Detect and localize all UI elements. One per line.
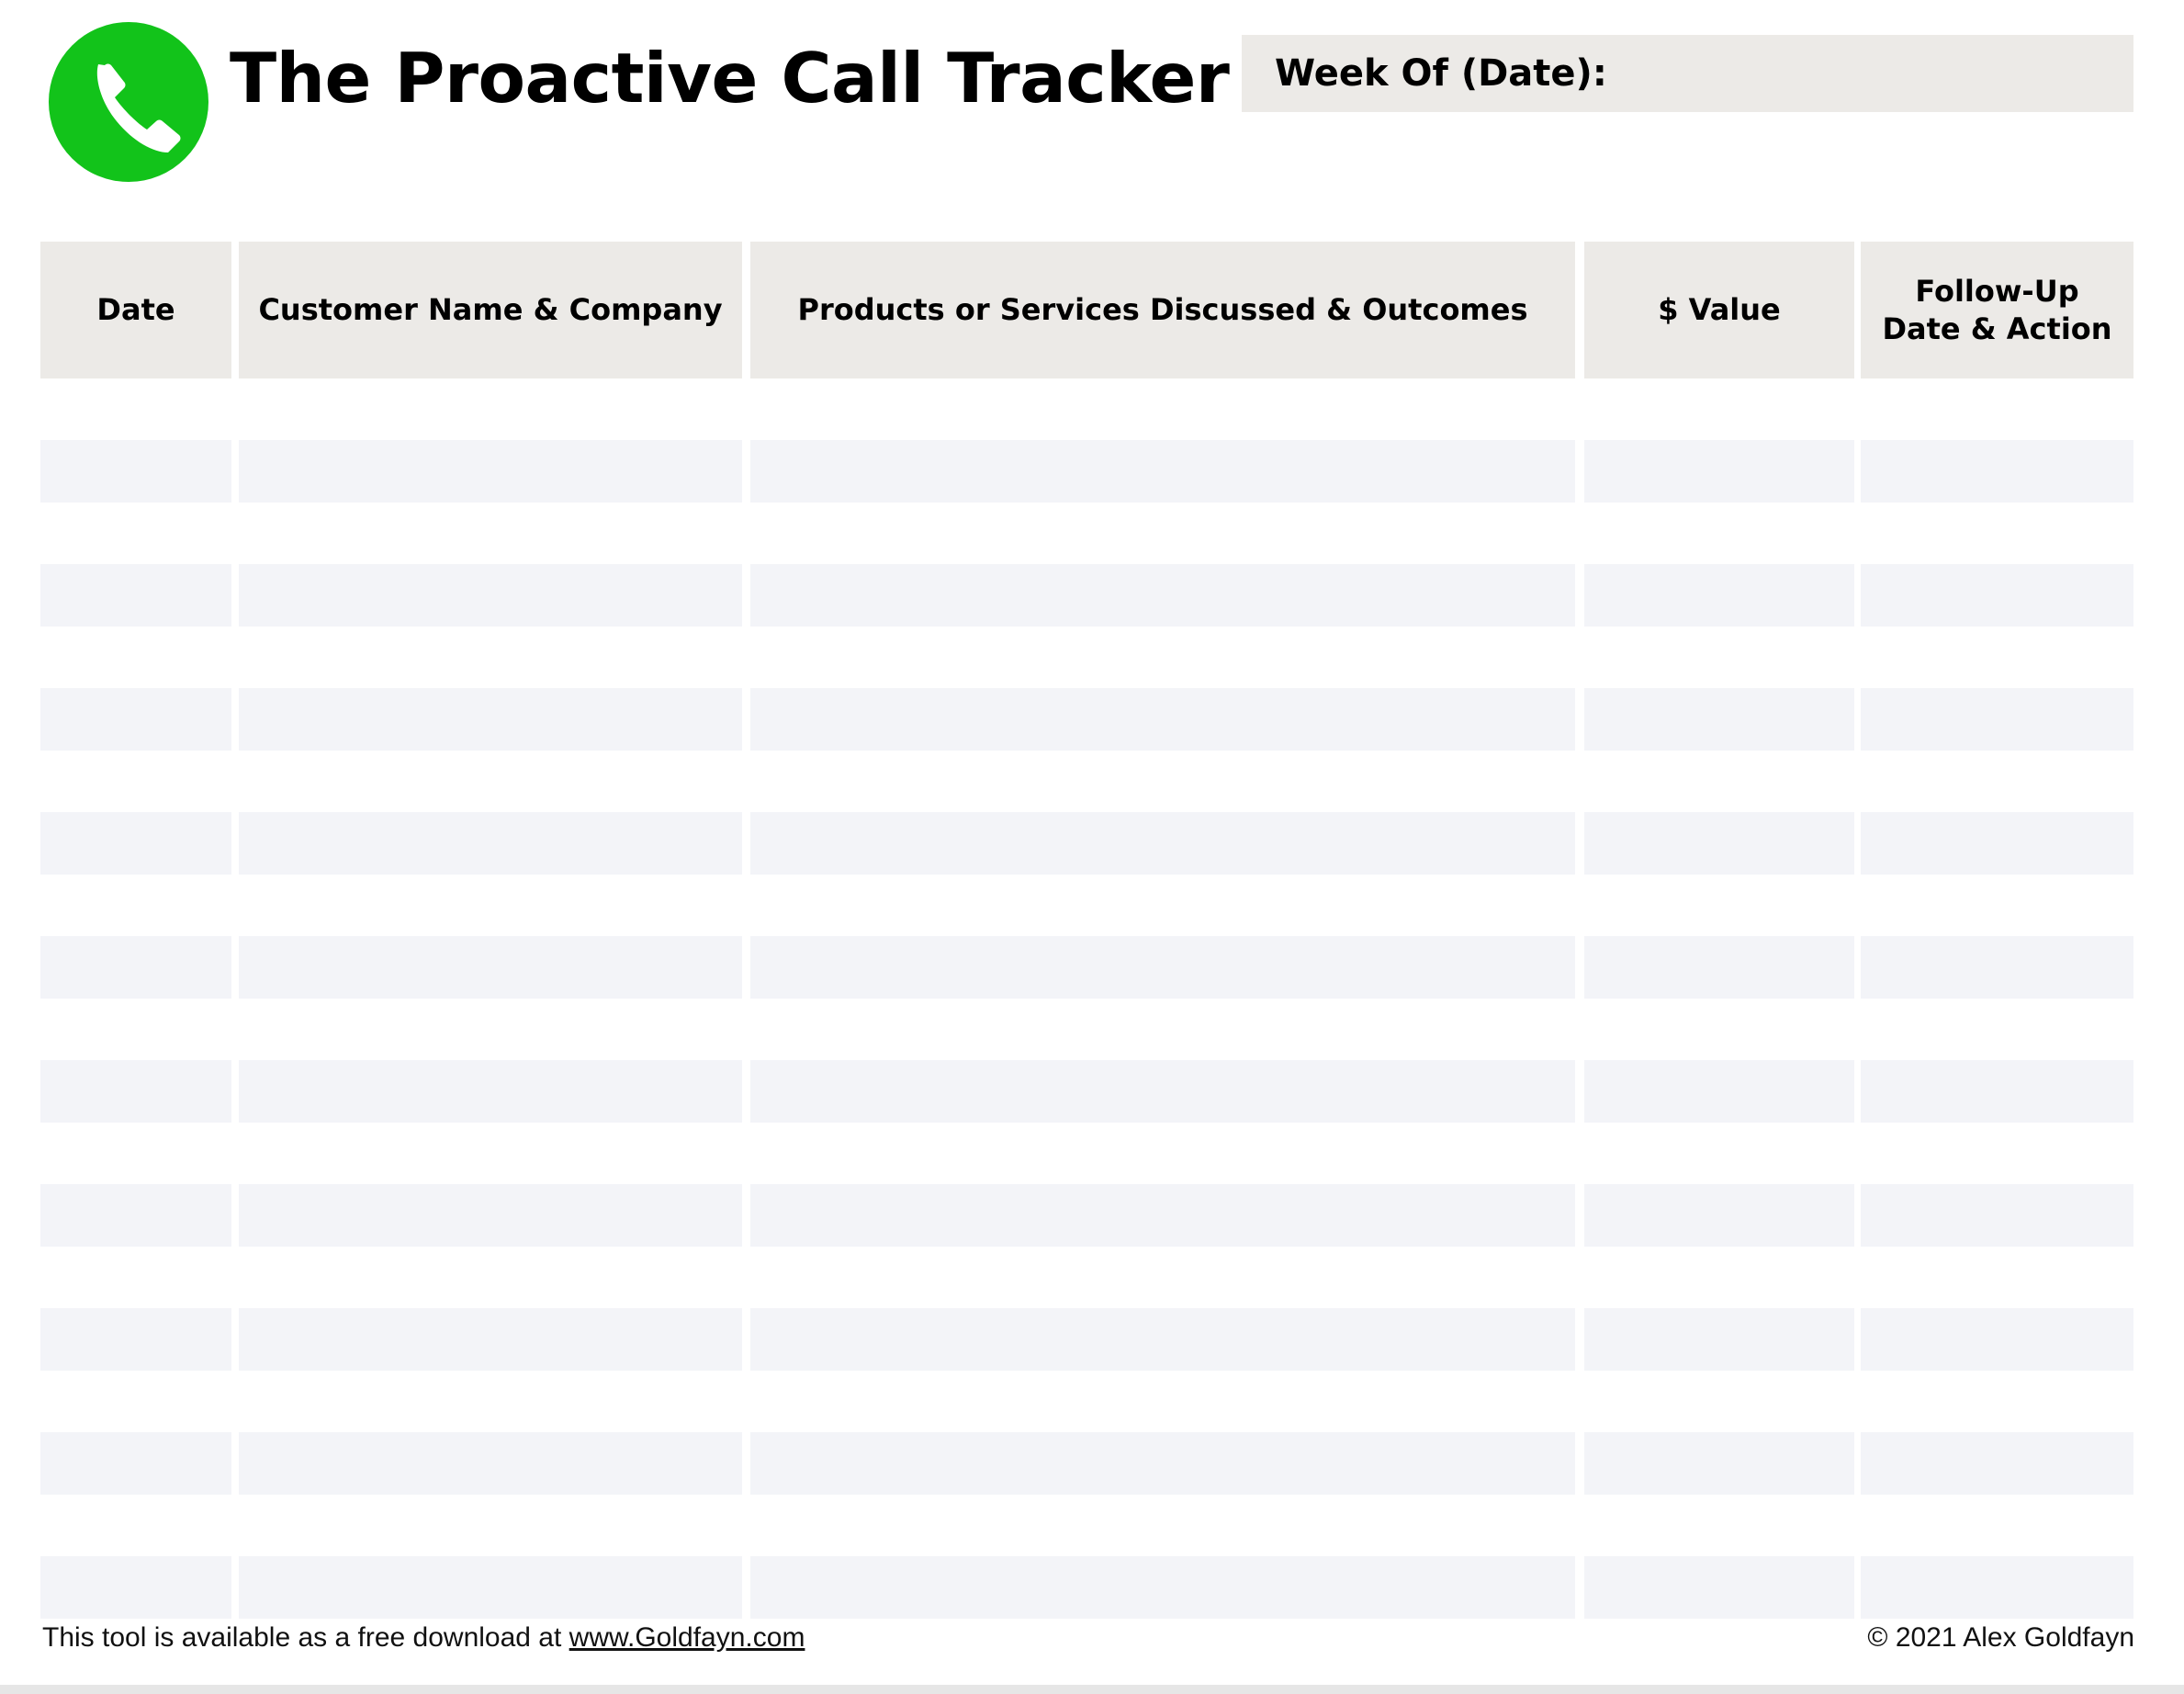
row-10-date-cell[interactable] <box>40 1556 231 1619</box>
row-10-products-cell[interactable] <box>750 1556 1575 1619</box>
row-10-follow-up-cell[interactable] <box>1861 1556 2133 1619</box>
phone-icon <box>49 22 208 182</box>
row-3-value-cell[interactable] <box>1584 688 1854 751</box>
footer-download-note: This tool is available as a free downloa… <box>42 1622 805 1654</box>
row-7-follow-up-cell[interactable] <box>1861 1184 2133 1247</box>
row-5-follow-up-cell[interactable] <box>1861 936 2133 999</box>
column-header-follow-up: Follow-Up Date & Action <box>1861 242 2133 378</box>
row-9-date-cell[interactable] <box>40 1432 231 1495</box>
row-1-products-cell[interactable] <box>750 440 1575 503</box>
row-1-follow-up-cell[interactable] <box>1861 440 2133 503</box>
row-8-value-cell[interactable] <box>1584 1308 1854 1371</box>
row-1-value-cell[interactable] <box>1584 440 1854 503</box>
row-9-follow-up-cell[interactable] <box>1861 1432 2133 1495</box>
row-4-date-cell[interactable] <box>40 812 231 875</box>
row-8-date-cell[interactable] <box>40 1308 231 1371</box>
row-7-customer-cell[interactable] <box>239 1184 742 1247</box>
page-bottom-divider <box>0 1685 2184 1694</box>
row-7-date-cell[interactable] <box>40 1184 231 1247</box>
phone-logo <box>49 22 208 182</box>
row-2-products-cell[interactable] <box>750 564 1575 627</box>
row-7-value-cell[interactable] <box>1584 1184 1854 1247</box>
row-8-customer-cell[interactable] <box>239 1308 742 1371</box>
column-header-date-label: Date <box>96 292 175 328</box>
row-6-value-cell[interactable] <box>1584 1060 1854 1123</box>
row-3-products-cell[interactable] <box>750 688 1575 751</box>
row-4-follow-up-cell[interactable] <box>1861 812 2133 875</box>
row-9-products-cell[interactable] <box>750 1432 1575 1495</box>
row-8-follow-up-cell[interactable] <box>1861 1308 2133 1371</box>
column-header-follow-up-label: Follow-Up Date & Action <box>1882 273 2112 346</box>
row-9-customer-cell[interactable] <box>239 1432 742 1495</box>
row-4-products-cell[interactable] <box>750 812 1575 875</box>
row-6-follow-up-cell[interactable] <box>1861 1060 2133 1123</box>
week-of-field[interactable]: Week Of (Date): <box>1242 35 2133 112</box>
row-4-customer-cell[interactable] <box>239 812 742 875</box>
column-header-value: $ Value <box>1584 242 1854 378</box>
row-1-customer-cell[interactable] <box>239 440 742 503</box>
column-header-value-label: $ Value <box>1658 292 1781 328</box>
page-title: The Proactive Call Tracker <box>230 38 1230 119</box>
footer-copyright: © 2021 Alex Goldfayn <box>1867 1622 2134 1653</box>
column-header-date: Date <box>40 242 231 378</box>
row-10-value-cell[interactable] <box>1584 1556 1854 1619</box>
row-3-date-cell[interactable] <box>40 688 231 751</box>
row-6-products-cell[interactable] <box>750 1060 1575 1123</box>
footer-download-text: This tool is available as a free downloa… <box>42 1622 569 1653</box>
row-6-customer-cell[interactable] <box>239 1060 742 1123</box>
footer-website-link[interactable]: www.Goldfayn.com <box>569 1622 805 1653</box>
row-2-follow-up-cell[interactable] <box>1861 564 2133 627</box>
row-10-customer-cell[interactable] <box>239 1556 742 1619</box>
column-header-customer-label: Customer Name & Company <box>258 292 723 328</box>
row-5-products-cell[interactable] <box>750 936 1575 999</box>
row-5-date-cell[interactable] <box>40 936 231 999</box>
row-3-follow-up-cell[interactable] <box>1861 688 2133 751</box>
row-5-customer-cell[interactable] <box>239 936 742 999</box>
column-header-customer: Customer Name & Company <box>239 242 742 378</box>
column-header-products: Products or Services Discussed & Outcome… <box>750 242 1575 378</box>
row-6-date-cell[interactable] <box>40 1060 231 1123</box>
row-1-date-cell[interactable] <box>40 440 231 503</box>
row-5-value-cell[interactable] <box>1584 936 1854 999</box>
row-2-value-cell[interactable] <box>1584 564 1854 627</box>
column-header-products-label: Products or Services Discussed & Outcome… <box>797 292 1528 328</box>
row-2-customer-cell[interactable] <box>239 564 742 627</box>
row-2-date-cell[interactable] <box>40 564 231 627</box>
row-9-value-cell[interactable] <box>1584 1432 1854 1495</box>
row-7-products-cell[interactable] <box>750 1184 1575 1247</box>
row-8-products-cell[interactable] <box>750 1308 1575 1371</box>
row-4-value-cell[interactable] <box>1584 812 1854 875</box>
week-of-label: Week Of (Date): <box>1275 52 1607 95</box>
row-3-customer-cell[interactable] <box>239 688 742 751</box>
